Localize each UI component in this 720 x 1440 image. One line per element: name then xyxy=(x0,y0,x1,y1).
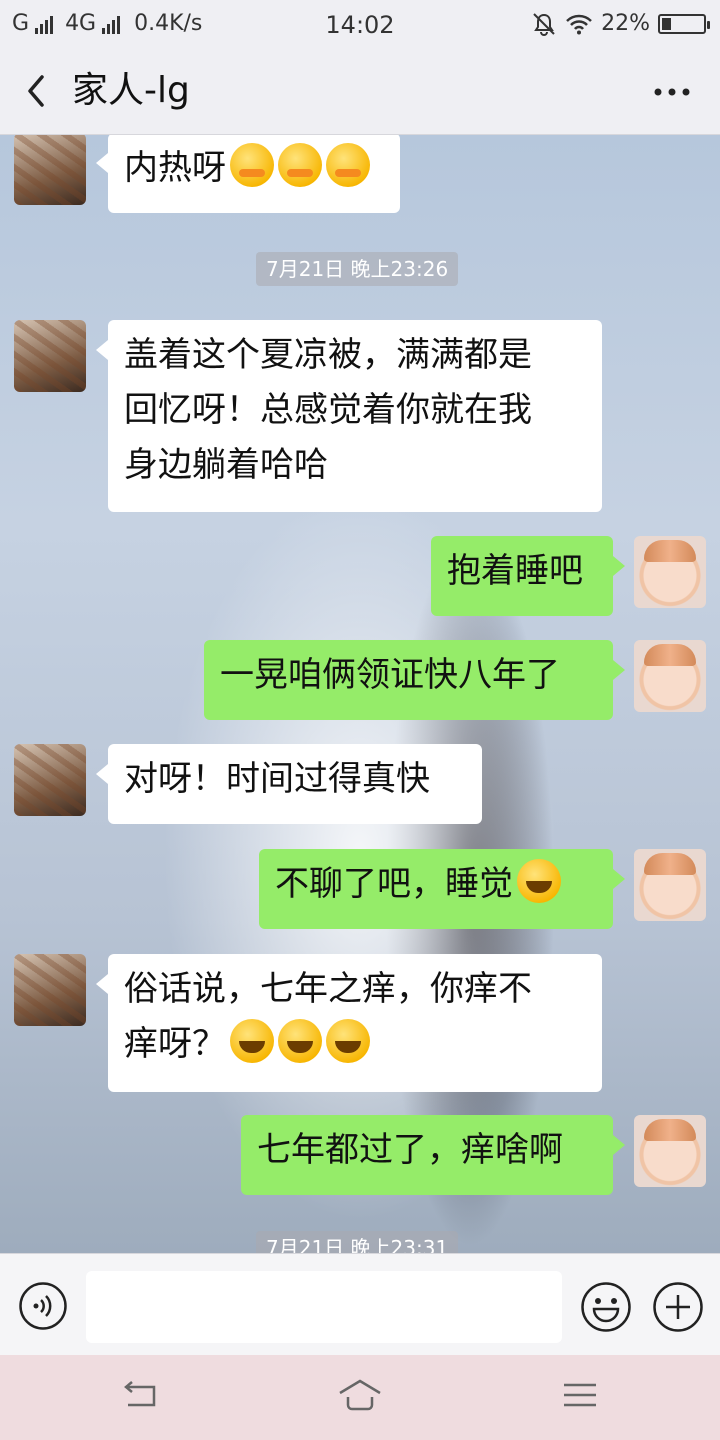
smiley-icon xyxy=(581,1282,631,1332)
contact-avatar[interactable] xyxy=(14,954,86,1026)
message-text: 抱着睡吧 xyxy=(447,551,583,591)
message-bubble-outgoing[interactable]: 不聊了吧，睡觉 xyxy=(259,849,625,929)
nav-back-button[interactable] xyxy=(116,1375,164,1415)
my-avatar[interactable] xyxy=(634,640,706,712)
nav-menu-button[interactable] xyxy=(556,1375,604,1415)
more-dots-icon xyxy=(654,88,690,96)
timestamp: 7月21日 晚上23:26 xyxy=(256,252,459,286)
message-text: 对呀！时间过得真快 xyxy=(124,759,430,799)
chat-header: 家人-lg xyxy=(0,50,720,135)
grin-emoji xyxy=(230,1019,274,1063)
grin-emoji xyxy=(278,1019,322,1063)
input-bar xyxy=(0,1253,720,1356)
my-avatar[interactable] xyxy=(634,1115,706,1187)
message-bubble-outgoing[interactable]: 七年都过了，痒啥啊 xyxy=(241,1115,625,1195)
voice-input-button[interactable] xyxy=(18,1281,68,1331)
return-arrow-icon xyxy=(124,1381,156,1407)
menu-lines-icon xyxy=(564,1383,596,1407)
message-line: 回忆呀！总感觉着你就在我 xyxy=(124,390,532,430)
contact-avatar[interactable] xyxy=(14,135,86,205)
hot-face-emoji xyxy=(326,143,370,187)
message-line: 俗话说，七年之痒，你痒不 xyxy=(124,969,532,1009)
battery-fill xyxy=(662,17,671,30)
nav-home-button[interactable] xyxy=(336,1375,384,1415)
system-nav-bar xyxy=(0,1355,720,1440)
contact-avatar[interactable] xyxy=(14,320,86,392)
smile-emoji xyxy=(517,859,561,903)
grin-emoji xyxy=(326,1019,370,1063)
message-bubble-incoming[interactable]: 内热呀 xyxy=(96,135,400,213)
hot-face-emoji xyxy=(278,143,322,187)
contact-avatar[interactable] xyxy=(14,744,86,816)
more-options-button[interactable] xyxy=(650,74,694,110)
my-avatar[interactable] xyxy=(634,536,706,608)
battery-icon xyxy=(658,13,710,34)
plus-circle-icon xyxy=(653,1282,703,1332)
message-text: 一晃咱俩领证快八年了 xyxy=(220,655,560,695)
emoji-button[interactable] xyxy=(580,1281,632,1333)
message-bubble-incoming[interactable]: 对呀！时间过得真快 xyxy=(96,744,482,824)
message-text: 不聊了吧，睡觉 xyxy=(275,864,513,904)
message-bubble-incoming[interactable]: 盖着这个夏凉被，满满都是 回忆呀！总感觉着你就在我 身边躺着哈哈 xyxy=(96,320,602,512)
hot-face-emoji xyxy=(230,143,274,187)
voice-icon xyxy=(19,1282,67,1330)
message-line: 身边躺着哈哈 xyxy=(124,445,328,485)
status-right: 22% xyxy=(531,11,710,36)
battery-percent: 22% xyxy=(601,11,650,36)
message-bubble-outgoing[interactable]: 抱着睡吧 xyxy=(431,536,625,616)
status-bar: G 4G 0.4K/s 14:02 22% xyxy=(0,0,720,50)
my-avatar[interactable] xyxy=(634,849,706,921)
wifi-icon xyxy=(566,14,592,34)
chat-title: 家人-lg xyxy=(72,70,190,111)
more-functions-button[interactable] xyxy=(652,1281,704,1333)
message-text: 内热呀 xyxy=(124,148,226,188)
home-icon xyxy=(339,1379,381,1411)
back-button[interactable] xyxy=(18,68,58,114)
chevron-left-icon xyxy=(28,75,44,107)
message-line: 盖着这个夏凉被，满满都是 xyxy=(124,335,532,375)
message-text: 七年都过了，痒啥啊 xyxy=(257,1130,563,1170)
timestamp: 7月21日 晚上23:31 xyxy=(256,1231,459,1253)
mute-bell-icon xyxy=(533,12,555,36)
chat-messages[interactable]: 内热呀 7月21日 晚上23:26 盖着这个夏凉被，满满都是 回忆呀！总感觉着你… xyxy=(0,135,720,1253)
message-bubble-outgoing[interactable]: 一晃咱俩领证快八年了 xyxy=(204,640,625,720)
message-input[interactable] xyxy=(86,1271,562,1343)
message-line: 痒呀？ xyxy=(124,1024,226,1064)
message-bubble-incoming[interactable]: 俗话说，七年之痒，你痒不 痒呀？ xyxy=(96,954,602,1092)
